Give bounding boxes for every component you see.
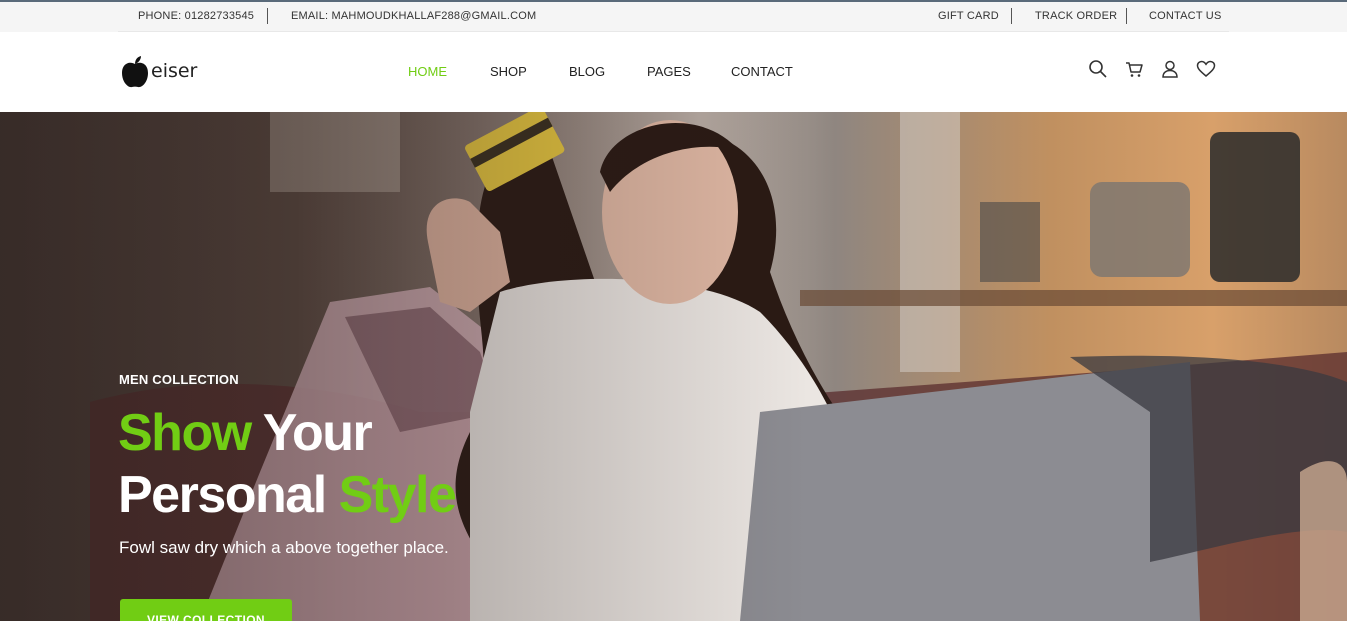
hero-tagline: Fowl saw dry which a above together plac… bbox=[119, 538, 449, 557]
cart-icon[interactable] bbox=[1124, 59, 1144, 79]
search-icon[interactable] bbox=[1088, 59, 1108, 79]
heart-icon[interactable] bbox=[1196, 59, 1216, 79]
email-text: EMAIL: MAHMOUDKHALLAF288@GMAIL.COM bbox=[291, 10, 537, 22]
headline-word: Style bbox=[338, 466, 457, 524]
top-bar-inner: PHONE: 01282733545 EMAIL: MAHMOUDKHALLAF… bbox=[118, 2, 1229, 32]
gift-card-link[interactable]: GIFT CARD bbox=[938, 10, 999, 22]
nav-blog[interactable]: BLOG bbox=[569, 64, 605, 79]
logo-text: eiser bbox=[151, 60, 198, 82]
top-bar: PHONE: 01282733545 EMAIL: MAHMOUDKHALLAF… bbox=[0, 0, 1347, 32]
view-collection-button[interactable]: VIEW COLLECTION bbox=[120, 599, 292, 621]
nav-home[interactable]: HOME bbox=[408, 64, 447, 79]
site-logo[interactable]: eiser bbox=[120, 54, 197, 90]
track-order-link[interactable]: TRACK ORDER bbox=[1035, 10, 1117, 22]
divider bbox=[267, 8, 268, 24]
nav-pages[interactable]: PAGES bbox=[647, 64, 691, 79]
hero-subtitle: MEN COLLECTION bbox=[119, 372, 239, 387]
nav-contact[interactable]: CONTACT bbox=[731, 64, 793, 79]
divider bbox=[1126, 8, 1127, 24]
phone-text: PHONE: 01282733545 bbox=[138, 10, 255, 22]
nav-shop[interactable]: SHOP bbox=[490, 64, 527, 79]
site-header: eiser HOME SHOP BLOG PAGES CONTACT bbox=[0, 32, 1347, 112]
headline-word: Your bbox=[262, 404, 373, 462]
headline-word: Personal bbox=[118, 466, 327, 524]
headline-word: Show bbox=[118, 404, 252, 462]
apple-icon bbox=[122, 56, 148, 88]
contact-us-link[interactable]: CONTACT US bbox=[1149, 10, 1222, 22]
user-icon[interactable] bbox=[1160, 59, 1180, 79]
hero-headline: Show Your Personal Style bbox=[118, 402, 457, 526]
hero-banner: MEN COLLECTION Show Your Personal Style … bbox=[0, 112, 1347, 621]
divider bbox=[1011, 8, 1012, 24]
